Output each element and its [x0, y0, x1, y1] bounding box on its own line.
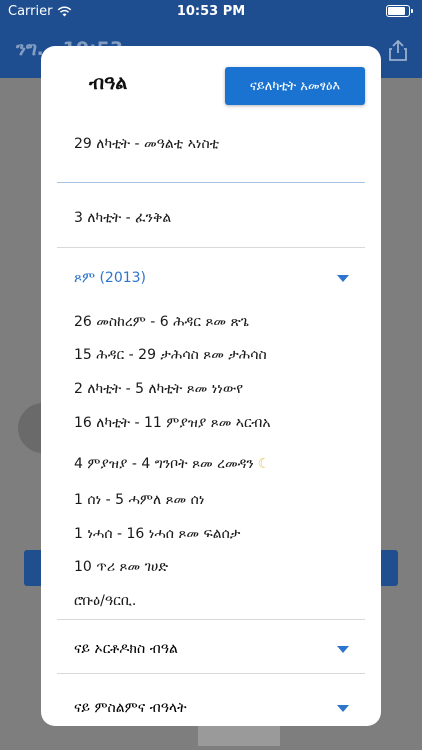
- fasting-item[interactable]: 2 ለካቲት - 5 ለካቲት ጾመ ነነውየ: [74, 381, 243, 397]
- orthodox-section-header[interactable]: ናይ ኦርቶዶክስ ብዓል: [74, 637, 349, 661]
- battery-icon: [386, 5, 413, 17]
- fasting-item[interactable]: 26 መስከረም - 6 ሕዳር ጾመ ጽጌ: [74, 314, 249, 330]
- share-icon[interactable]: [386, 38, 410, 62]
- holiday-item[interactable]: 3 ለካቲት - ፈንቅል: [74, 210, 171, 226]
- modal-title: ብዓል: [89, 72, 128, 94]
- status-bar: Carrier 10:53 PM: [0, 0, 422, 24]
- divider: [57, 182, 365, 183]
- fasting-item[interactable]: 15 ሕዳር - 29 ታሕሳስ ጾመ ታሕሳስ: [74, 347, 267, 363]
- holidays-modal: ብዓል ናይለካቲት አመፃዕእ 29 ለካቲት - መዓልቲ ኣነስቲ 3 ለ…: [41, 46, 381, 726]
- fasting-item[interactable]: 1 ነሓሰ - 16 ነሓሰ ጾመ ፍልሰታ: [74, 526, 240, 542]
- chevron-down-icon: [337, 274, 349, 282]
- muslim-section-label: ናይ ምስልምና ብዓላት: [74, 700, 187, 716]
- fasting-section-header[interactable]: ጾም (2013): [74, 266, 349, 290]
- fasting-item-ramadan[interactable]: 4 ምያዝያ - 4 ግንቦት ጾመ ረመዳን ☾: [74, 456, 270, 472]
- divider: [57, 673, 365, 674]
- fasting-item[interactable]: 10 ጥሪ ጾመ ገሀድ: [74, 559, 168, 575]
- divider: [57, 247, 365, 248]
- crescent-moon-icon: ☾: [257, 456, 271, 472]
- holiday-item[interactable]: 29 ለካቲት - መዓልቲ ኣነስቲ: [74, 136, 219, 152]
- orthodox-section-label: ናይ ኦርቶዶክስ ብዓል: [74, 641, 178, 657]
- chevron-down-icon: [337, 704, 349, 712]
- add-february-button[interactable]: ናይለካቲት አመፃዕእ: [225, 67, 365, 105]
- divider: [57, 619, 365, 620]
- modal-header: ብዓል ናይለካቲት አመፃዕእ: [41, 46, 381, 126]
- fasting-item[interactable]: 1 ሰነ - 5 ሓምለ ጾመ ሰነ: [74, 492, 204, 508]
- fasting-item[interactable]: 16 ለካቲት - 11 ምያዝያ ጾመ ኣርብአ: [74, 415, 271, 431]
- fasting-item-label: 4 ምያዝያ - 4 ግንቦት ጾመ ረመዳን: [74, 456, 254, 472]
- muslim-section-header[interactable]: ናይ ምስልምና ብዓላት: [74, 696, 349, 720]
- chevron-down-icon: [337, 645, 349, 653]
- fasting-section-label: ጾም (2013): [74, 270, 147, 286]
- status-time: 10:53 PM: [176, 4, 246, 19]
- background-bottom-bar: [198, 726, 280, 746]
- fasting-item[interactable]: ሮቡዕ/ዓርቢ.: [74, 593, 136, 609]
